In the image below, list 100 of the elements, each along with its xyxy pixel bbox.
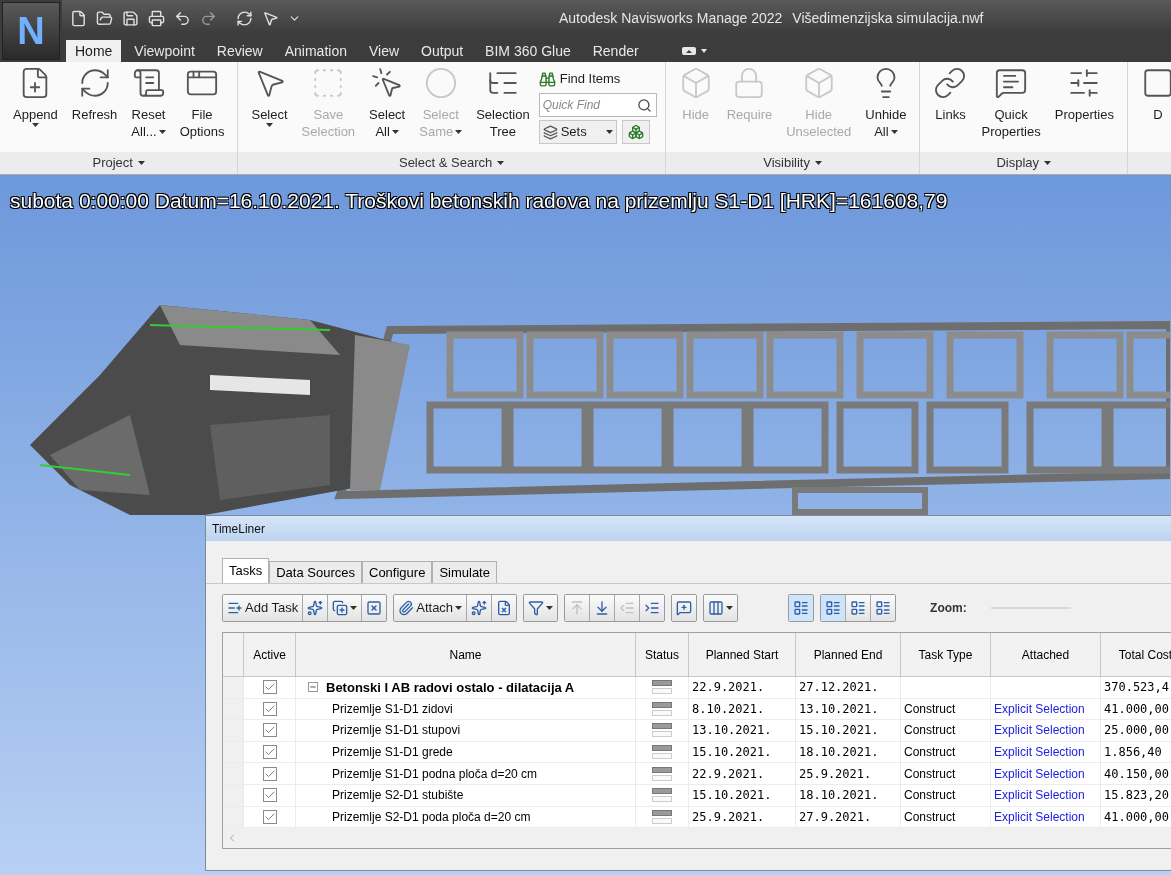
ribbon-button[interactable]: Unhide All — [860, 62, 912, 150]
active-checkbox[interactable] — [262, 680, 277, 695]
ribbon-tab[interactable]: Animation — [275, 40, 356, 62]
panel-tab[interactable]: Simulate — [432, 561, 497, 583]
task-name: Prizemlje S2-D1 poda ploča d=20 cm — [332, 808, 531, 826]
ribbon-button[interactable]: Reset All... — [126, 62, 171, 150]
ribbon-tab[interactable]: Render — [583, 40, 648, 62]
refresh-icon[interactable] — [236, 9, 253, 27]
column-header[interactable]: Planned Start — [689, 633, 796, 677]
ribbon-button[interactable]: Properties — [1049, 62, 1119, 150]
attached-link[interactable]: Explicit Selection — [994, 699, 1085, 718]
layout-icon — [793, 600, 810, 616]
status-bar-icon — [652, 788, 672, 803]
minimize-ribbon-icon[interactable] — [681, 46, 708, 56]
toolbar-icon-button[interactable] — [590, 595, 616, 621]
sparkles-icon — [471, 600, 488, 616]
sets-dropdown[interactable]: Sets — [538, 120, 617, 144]
manage-sets-button[interactable] — [621, 120, 650, 144]
view-toggle[interactable] — [789, 595, 814, 621]
toolbar-icon-button[interactable] — [640, 595, 665, 621]
view-toggle[interactable] — [871, 595, 896, 621]
ribbon-button[interactable]: D — [1135, 62, 1171, 150]
table-cell: 25.000,00 — [1101, 720, 1171, 742]
panel-tab[interactable]: Data Sources — [269, 561, 362, 583]
panel-tab[interactable]: Configure — [362, 561, 433, 583]
toolbar-icon-button[interactable] — [524, 595, 558, 621]
delete-icon — [366, 600, 383, 616]
attached-link[interactable]: Explicit Selection — [994, 786, 1085, 805]
status-bar-icon — [652, 701, 672, 716]
active-checkbox[interactable] — [262, 745, 277, 760]
group-label[interactable]: Display — [996, 153, 1052, 173]
redo-icon[interactable] — [200, 9, 217, 27]
active-checkbox[interactable] — [262, 701, 277, 716]
group-label[interactable]: Project — [92, 153, 145, 173]
ribbon-button[interactable]: Refresh — [66, 62, 123, 150]
ribbon-button[interactable]: Links — [928, 62, 973, 150]
save-icon[interactable] — [122, 9, 139, 27]
toolbar-icon-button[interactable] — [704, 595, 738, 621]
indent-icon — [644, 600, 661, 616]
ribbon-tab[interactable]: Viewpoint — [125, 40, 204, 62]
undo-icon[interactable] — [174, 9, 191, 27]
collapse-toggle[interactable] — [308, 682, 318, 693]
table-cell: 13.10.2021. — [689, 720, 796, 742]
toolbar-icon-button[interactable] — [492, 595, 517, 621]
horizontal-scrollbar[interactable] — [223, 828, 1171, 849]
ribbon-button[interactable]: Select — [246, 62, 293, 150]
attached-link[interactable]: Explicit Selection — [994, 743, 1085, 762]
simulation-caption: subota 0:00:00 Datum=16.10.2021. Troškovi betonskih radova na prizemlju S1-D1 [HRK]=161608,79 — [10, 189, 948, 212]
panel-tab[interactable]: Tasks — [222, 558, 270, 583]
view-toggle[interactable] — [846, 595, 872, 621]
toolbar-icon-button[interactable] — [672, 595, 697, 621]
ribbon-button[interactable]: Select All — [364, 62, 411, 150]
toolbar-icon-button[interactable] — [303, 595, 329, 621]
binoculars-icon — [538, 70, 556, 88]
new-file-icon[interactable] — [70, 9, 87, 27]
open-folder-icon[interactable] — [96, 9, 113, 27]
attached-link[interactable]: Explicit Selection — [994, 807, 1085, 826]
3d-viewport[interactable] — [0, 175, 1171, 875]
ribbon-button[interactable]: Quick Properties — [976, 62, 1046, 150]
active-checkbox[interactable] — [262, 809, 277, 824]
active-checkbox[interactable] — [262, 788, 277, 803]
ribbon-tab[interactable]: View — [360, 40, 409, 62]
sparkles-icon — [307, 600, 324, 616]
toolbar-icon-button[interactable] — [467, 595, 493, 621]
column-header[interactable]: Active — [244, 633, 296, 677]
ribbon-tab[interactable]: BIM 360 Glue — [476, 40, 580, 62]
file-name: Višedimenzijska simulacija.nwf — [792, 8, 984, 28]
attached-link[interactable]: Explicit Selection — [994, 764, 1085, 783]
view-toggle[interactable] — [821, 595, 847, 621]
boxes-icon — [627, 124, 644, 140]
column-header[interactable]: Task Type — [901, 633, 991, 677]
caret-icon — [1044, 161, 1052, 166]
active-checkbox[interactable] — [262, 766, 277, 781]
ribbon-button[interactable]: Selection Tree — [471, 62, 535, 150]
toolbar-button[interactable]: Add Task — [223, 595, 304, 621]
ribbon-button[interactable]: Append — [8, 62, 63, 150]
ribbon-tab[interactable]: Output — [412, 40, 473, 62]
app-logo[interactable]: N — [2, 2, 60, 60]
panel-title: TimeLiner — [212, 520, 265, 538]
toolbar-icon-button[interactable] — [362, 595, 387, 621]
link-icon — [933, 66, 968, 100]
toolbar-icon-button[interactable] — [328, 595, 363, 621]
ribbon-button[interactable]: File Options — [174, 62, 230, 150]
group-label[interactable]: Select & Search — [398, 153, 505, 173]
column-header[interactable]: Status — [636, 633, 689, 677]
cursor-icon[interactable] — [262, 9, 279, 27]
ribbon-tab[interactable]: Home — [66, 40, 122, 62]
print-icon[interactable] — [148, 9, 165, 27]
ribbon-tab[interactable]: Review — [207, 40, 272, 62]
column-header[interactable]: Attached — [991, 633, 1101, 677]
task-name: Prizemlje S1-D1 zidovi — [332, 700, 453, 718]
attached-link[interactable]: Explicit Selection — [994, 721, 1085, 740]
layout-icon — [825, 600, 842, 616]
group-label[interactable]: Visibility — [763, 153, 822, 173]
find-items-button[interactable]: Find Items — [538, 68, 657, 90]
toolbar-button[interactable]: Attach — [394, 595, 468, 621]
column-header[interactable]: Name — [296, 633, 636, 677]
caret-icon — [455, 129, 463, 134]
column-header[interactable]: Planned End — [796, 633, 901, 677]
active-checkbox[interactable] — [262, 723, 277, 738]
